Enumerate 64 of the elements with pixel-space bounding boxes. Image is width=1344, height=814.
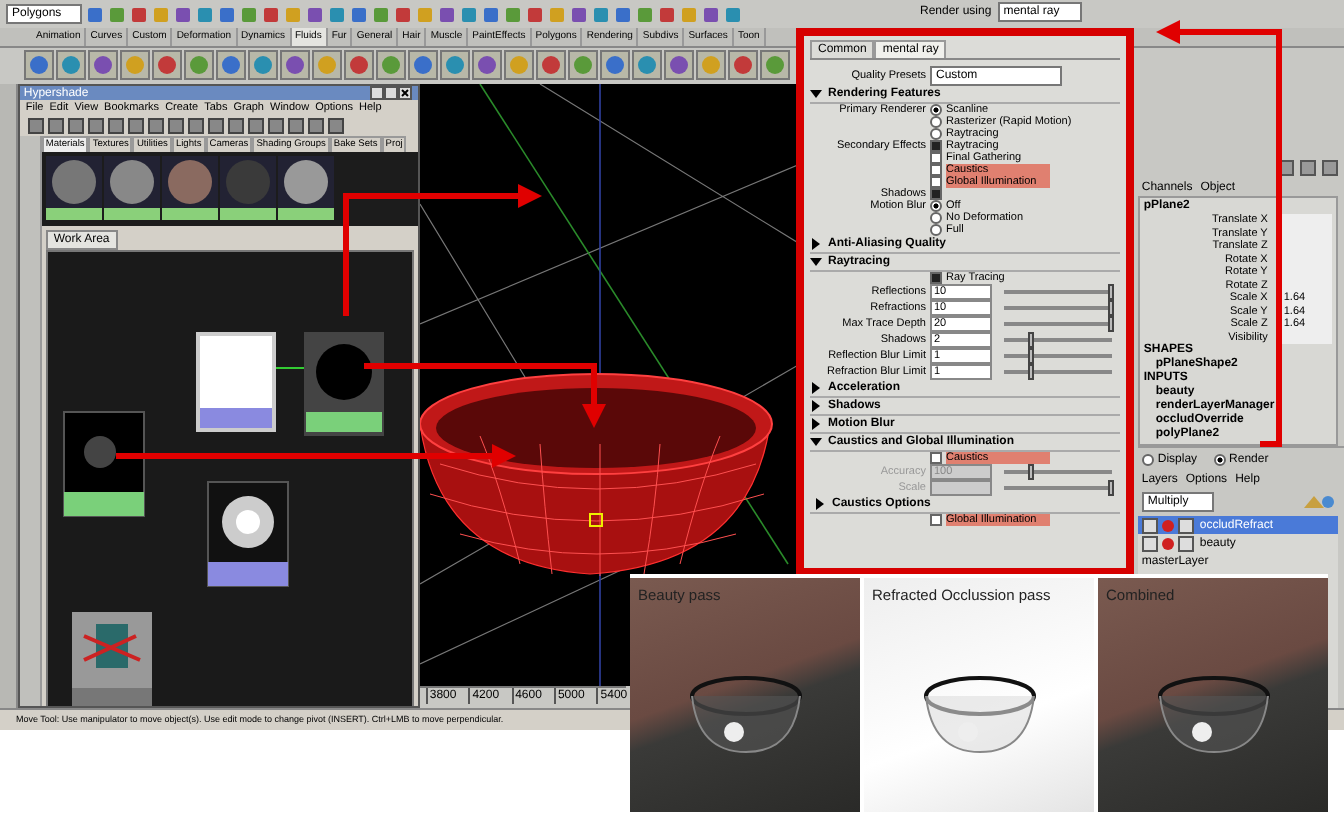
checkbox[interactable] xyxy=(930,140,942,152)
shelf-tool-icon[interactable] xyxy=(600,50,630,80)
light-node[interactable] xyxy=(206,481,289,587)
shelf-tool-icon[interactable] xyxy=(760,50,790,80)
material-swatch xyxy=(161,156,218,220)
checkbox[interactable] xyxy=(930,188,942,200)
number-field[interactable] xyxy=(930,480,992,496)
checkbox[interactable] xyxy=(930,152,942,164)
shelf-tool-icon[interactable] xyxy=(440,50,470,80)
shelf-tool-icon[interactable] xyxy=(248,50,278,80)
shelf-tool-icon[interactable] xyxy=(280,50,310,80)
checkbox[interactable] xyxy=(930,164,942,176)
slider-thumb[interactable] xyxy=(1108,316,1114,332)
shelf-tool-icon[interactable] xyxy=(568,50,598,80)
slider-thumb[interactable] xyxy=(1108,300,1114,316)
shelf-tool-icon[interactable] xyxy=(56,50,86,80)
slider-thumb[interactable] xyxy=(1027,332,1033,348)
radio-button[interactable] xyxy=(1213,454,1226,466)
collapse-icon xyxy=(810,436,822,448)
slider-thumb[interactable] xyxy=(1108,284,1114,300)
collapse-icon xyxy=(810,88,822,100)
shelf-tool-icon[interactable] xyxy=(504,50,534,80)
shelf-tool-icon[interactable] xyxy=(344,50,374,80)
attribute-field[interactable] xyxy=(1281,214,1332,227)
shelf-tool-icon[interactable] xyxy=(408,50,438,80)
material-swatch xyxy=(103,156,160,220)
shelf-tool-icon[interactable] xyxy=(376,50,406,80)
new-layer-icon xyxy=(1300,492,1336,512)
material-swatch xyxy=(45,156,102,220)
collapse-icon xyxy=(810,256,822,268)
radio-button[interactable] xyxy=(930,116,942,128)
expand-icon xyxy=(810,238,822,250)
shelf-tool-icon[interactable] xyxy=(472,50,502,80)
shelf-tool-icon[interactable] xyxy=(152,50,182,80)
shelf-tool-icon[interactable] xyxy=(728,50,758,80)
radio-button[interactable] xyxy=(930,212,942,224)
shelf-tool-icon[interactable] xyxy=(216,50,246,80)
slider-thumb[interactable] xyxy=(1027,364,1033,380)
checkbox[interactable] xyxy=(930,452,942,464)
shelf-tool-icon[interactable] xyxy=(24,50,54,80)
radio-button[interactable] xyxy=(1141,454,1154,466)
slider-thumb[interactable] xyxy=(1027,348,1033,364)
radio-button[interactable] xyxy=(930,224,942,236)
material-swatch xyxy=(277,156,334,220)
shelf-tool-icon[interactable] xyxy=(632,50,662,80)
radio-button[interactable] xyxy=(930,128,942,140)
shelf-tool-icon[interactable] xyxy=(312,50,342,80)
shelf-tool-icon[interactable] xyxy=(184,50,214,80)
shelf-tool-icon[interactable] xyxy=(696,50,726,80)
material-swatch xyxy=(219,156,276,220)
radio-button[interactable] xyxy=(930,104,942,116)
shelf-tool-icon[interactable] xyxy=(88,50,118,80)
shelf-tool-icon[interactable] xyxy=(536,50,566,80)
checkbox[interactable] xyxy=(930,176,942,188)
texture-node[interactable] xyxy=(62,411,145,517)
radio-button[interactable] xyxy=(930,200,942,212)
shader-node[interactable] xyxy=(71,612,152,706)
checkbox[interactable] xyxy=(930,272,942,284)
shelf-tool-icon[interactable] xyxy=(664,50,694,80)
shader-node[interactable] xyxy=(303,332,384,436)
texture-node[interactable] xyxy=(195,332,276,432)
checkbox[interactable] xyxy=(930,514,942,526)
expand-icon xyxy=(814,498,826,510)
shelf-tool-icon[interactable] xyxy=(120,50,150,80)
